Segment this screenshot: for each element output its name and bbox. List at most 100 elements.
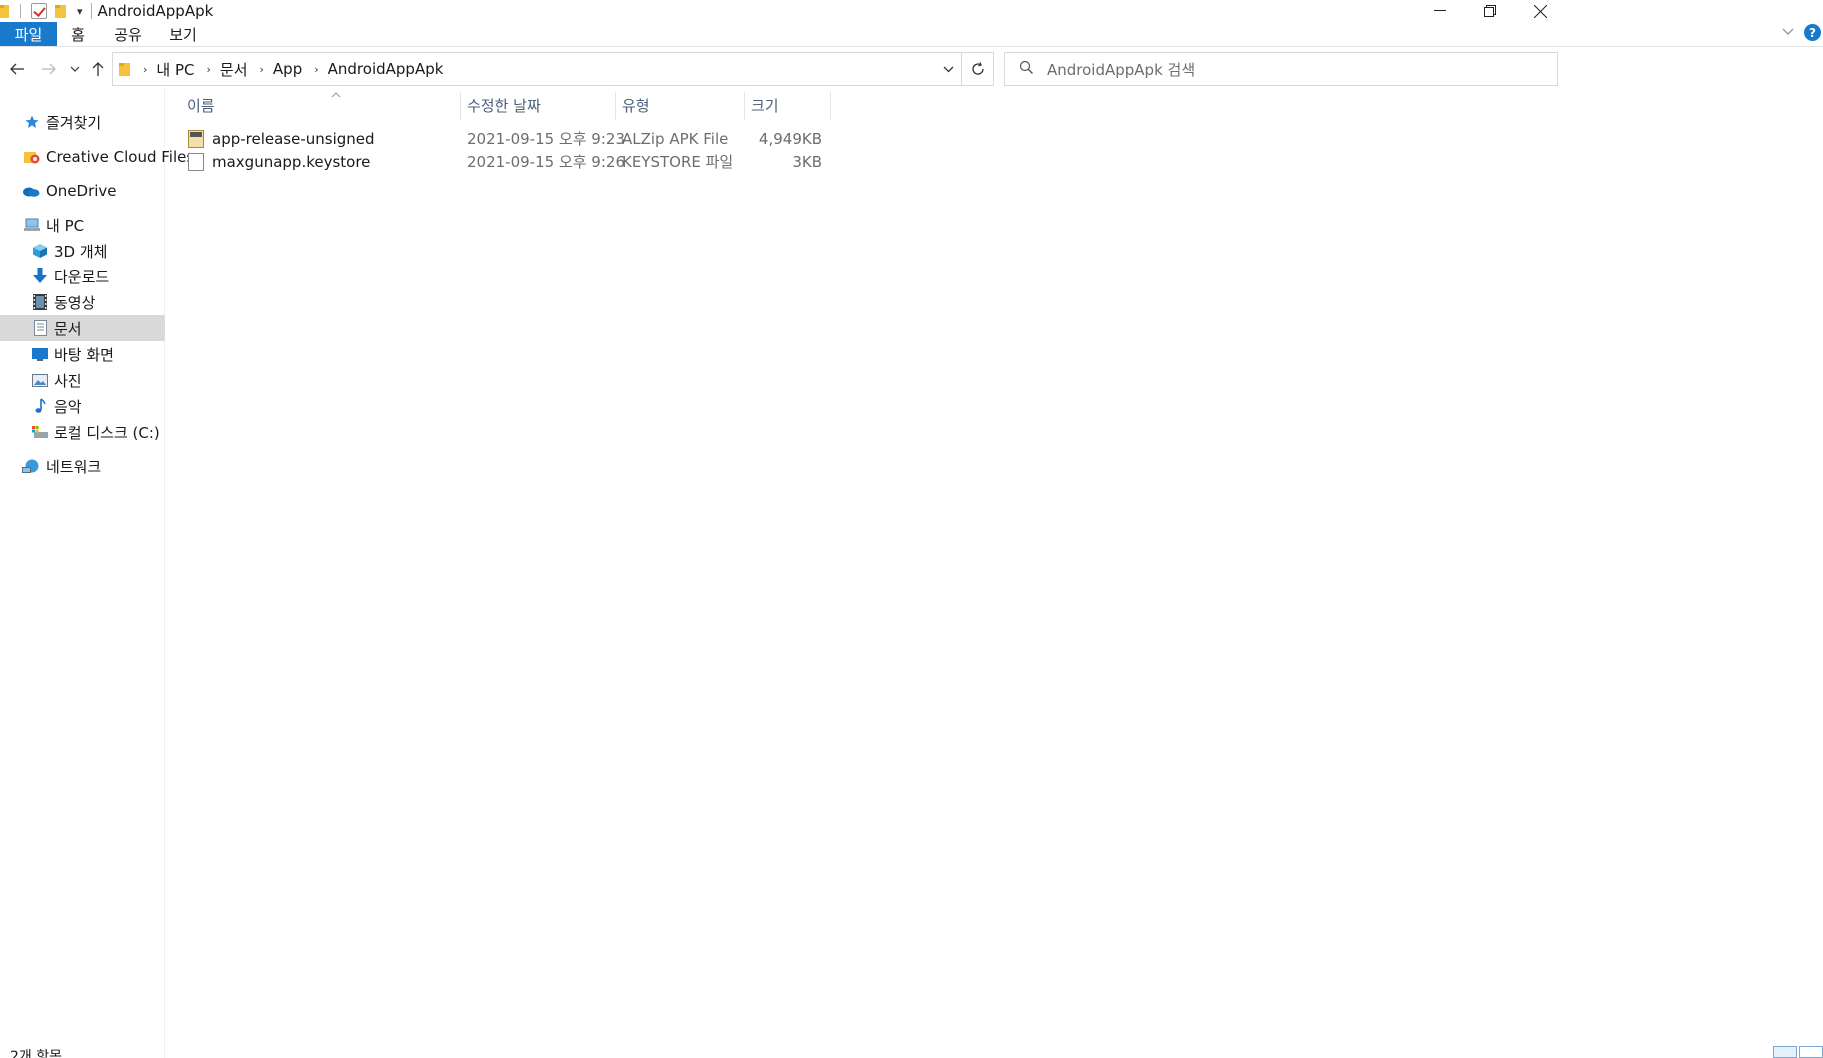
sort-ascending-icon bbox=[331, 88, 341, 101]
divider bbox=[90, 3, 92, 19]
refresh-button[interactable] bbox=[961, 53, 993, 85]
network-icon bbox=[22, 458, 40, 474]
nav-item-pictures[interactable]: 사진 bbox=[0, 367, 165, 393]
nav-item-label: 다운로드 bbox=[54, 267, 110, 286]
nav-item-creative-cloud[interactable]: Creative Cloud Files bbox=[0, 144, 194, 170]
breadcrumb-separator-icon[interactable]: › bbox=[207, 63, 211, 76]
file-date-cell: 2021-09-15 오후 9:26 bbox=[467, 153, 625, 171]
help-icon[interactable]: ? bbox=[1804, 24, 1821, 41]
back-arrow-icon bbox=[10, 63, 24, 75]
recent-locations-button[interactable] bbox=[66, 50, 84, 88]
nav-item-label: OneDrive bbox=[46, 182, 117, 200]
nav-item-desktop[interactable]: 바탕 화면 bbox=[0, 341, 165, 367]
file-name: maxgunapp.keystore bbox=[212, 152, 371, 171]
folder-icon bbox=[0, 2, 10, 20]
creative-cloud-icon bbox=[24, 149, 40, 165]
properties-icon[interactable] bbox=[31, 3, 47, 19]
column-header-size[interactable]: 크기 bbox=[745, 88, 830, 122]
details-view-button[interactable] bbox=[1773, 1046, 1797, 1058]
file-type-cell: ALZip APK File bbox=[622, 129, 729, 148]
nav-item-label: 즐겨찾기 bbox=[46, 113, 102, 132]
table-row[interactable]: maxgunapp.keystore 2021-09-15 오후 9:26 KE… bbox=[184, 150, 830, 173]
cube-icon bbox=[32, 243, 48, 259]
document-icon bbox=[32, 320, 48, 336]
back-button[interactable] bbox=[6, 50, 28, 88]
nav-item-downloads[interactable]: 다운로드 bbox=[0, 263, 165, 289]
nav-item-label: 네트워크 bbox=[46, 457, 102, 476]
column-header-label: 이름 bbox=[187, 96, 215, 115]
file-size-cell: 3KB bbox=[792, 152, 822, 171]
tab-file[interactable]: 파일 bbox=[0, 22, 57, 46]
address-dropdown-button[interactable] bbox=[935, 53, 961, 85]
breadcrumb-separator-icon[interactable]: › bbox=[314, 63, 318, 76]
breadcrumb-androidappapk[interactable]: AndroidAppApk bbox=[328, 60, 444, 78]
new-folder-icon[interactable] bbox=[47, 2, 67, 20]
address-row: › 내 PC › 문서 › App › AndroidAppApk Androi… bbox=[0, 50, 1823, 88]
title-bar: ▾ AndroidAppApk bbox=[0, 0, 1823, 22]
nav-item-local-disk[interactable]: 로컬 디스크 (C:) bbox=[0, 419, 165, 445]
nav-item-onedrive[interactable]: OneDrive bbox=[0, 178, 165, 204]
nav-item-documents[interactable]: 문서 bbox=[0, 315, 165, 341]
column-header-type[interactable]: 유형 bbox=[616, 88, 744, 122]
search-box[interactable]: AndroidAppApk 검색 bbox=[1004, 52, 1558, 86]
ribbon-tabs: 파일 홈 공유 보기 ? bbox=[0, 22, 1823, 47]
breadcrumb-this-pc[interactable]: 내 PC bbox=[156, 59, 194, 80]
breadcrumb-app[interactable]: App bbox=[273, 60, 302, 78]
search-icon bbox=[1019, 60, 1033, 78]
up-arrow-icon bbox=[92, 62, 104, 76]
nav-item-label: 동영상 bbox=[54, 293, 96, 312]
forward-arrow-icon bbox=[42, 63, 56, 75]
status-item-count: 2개 항목 bbox=[10, 1049, 62, 1058]
close-icon bbox=[1533, 4, 1547, 18]
file-date-cell: 2021-09-15 오후 9:23 bbox=[467, 130, 625, 148]
close-button[interactable] bbox=[1511, 0, 1569, 22]
nav-item-label: 사진 bbox=[54, 371, 82, 390]
column-header-label: 수정한 날짜 bbox=[467, 96, 541, 115]
column-header-label: 유형 bbox=[622, 96, 650, 115]
search-input[interactable]: AndroidAppApk 검색 bbox=[1047, 59, 1195, 80]
large-icons-view-button[interactable] bbox=[1799, 1046, 1823, 1058]
file-name-cell: maxgunapp.keystore bbox=[188, 150, 370, 173]
nav-item-label: 로컬 디스크 (C:) bbox=[54, 423, 160, 442]
quick-access-dropdown-icon[interactable]: ▾ bbox=[77, 5, 83, 18]
column-header-name[interactable]: 이름 bbox=[181, 88, 461, 122]
view-toggle bbox=[1771, 1046, 1823, 1058]
nav-item-3d-objects[interactable]: 3D 개체 bbox=[0, 238, 165, 264]
tab-share[interactable]: 공유 bbox=[99, 22, 157, 46]
nav-item-this-pc[interactable]: 내 PC bbox=[0, 212, 165, 238]
nav-item-label: 문서 bbox=[54, 319, 82, 338]
file-type-cell: KEYSTORE 파일 bbox=[622, 153, 734, 171]
nav-item-network[interactable]: 네트워크 bbox=[0, 453, 165, 479]
nav-item-videos[interactable]: 동영상 bbox=[0, 289, 165, 315]
breadcrumb-separator-icon: › bbox=[143, 62, 148, 76]
nav-item-music[interactable]: 음악 bbox=[0, 393, 165, 419]
file-size-cell: 4,949KB bbox=[758, 129, 822, 148]
refresh-icon bbox=[971, 62, 984, 75]
column-header-date[interactable]: 수정한 날짜 bbox=[461, 88, 615, 122]
expand-ribbon-icon[interactable] bbox=[1782, 25, 1794, 40]
nav-item-label: 내 PC bbox=[46, 216, 85, 235]
column-divider[interactable] bbox=[830, 92, 831, 120]
column-header-label: 크기 bbox=[751, 96, 779, 115]
picture-icon bbox=[32, 372, 48, 388]
folder-icon bbox=[119, 63, 130, 76]
tab-home[interactable]: 홈 bbox=[57, 22, 99, 46]
chevron-down-icon bbox=[70, 66, 80, 72]
generic-file-icon bbox=[188, 152, 204, 171]
breadcrumb-documents[interactable]: 문서 bbox=[220, 59, 248, 80]
table-row[interactable]: app-release-unsigned 2021-09-15 오후 9:23 … bbox=[184, 127, 830, 150]
file-name: app-release-unsigned bbox=[212, 129, 375, 148]
forward-button[interactable] bbox=[38, 50, 60, 88]
tab-view[interactable]: 보기 bbox=[157, 22, 209, 46]
video-icon bbox=[32, 294, 48, 310]
nav-item-quick-access[interactable]: 즐겨찾기 bbox=[0, 109, 165, 135]
drive-icon bbox=[32, 424, 48, 440]
address-bar[interactable]: › 내 PC › 문서 › App › AndroidAppApk bbox=[112, 52, 994, 86]
up-button[interactable] bbox=[88, 50, 108, 88]
chevron-down-icon bbox=[943, 66, 953, 72]
nav-item-label: 음악 bbox=[54, 397, 82, 416]
download-icon bbox=[32, 268, 48, 284]
minimize-icon bbox=[1434, 10, 1446, 11]
file-list: 이름 수정한 날짜 유형 크기 app-release-unsigned 202… bbox=[166, 88, 1823, 1058]
breadcrumb-separator-icon[interactable]: › bbox=[260, 63, 264, 76]
